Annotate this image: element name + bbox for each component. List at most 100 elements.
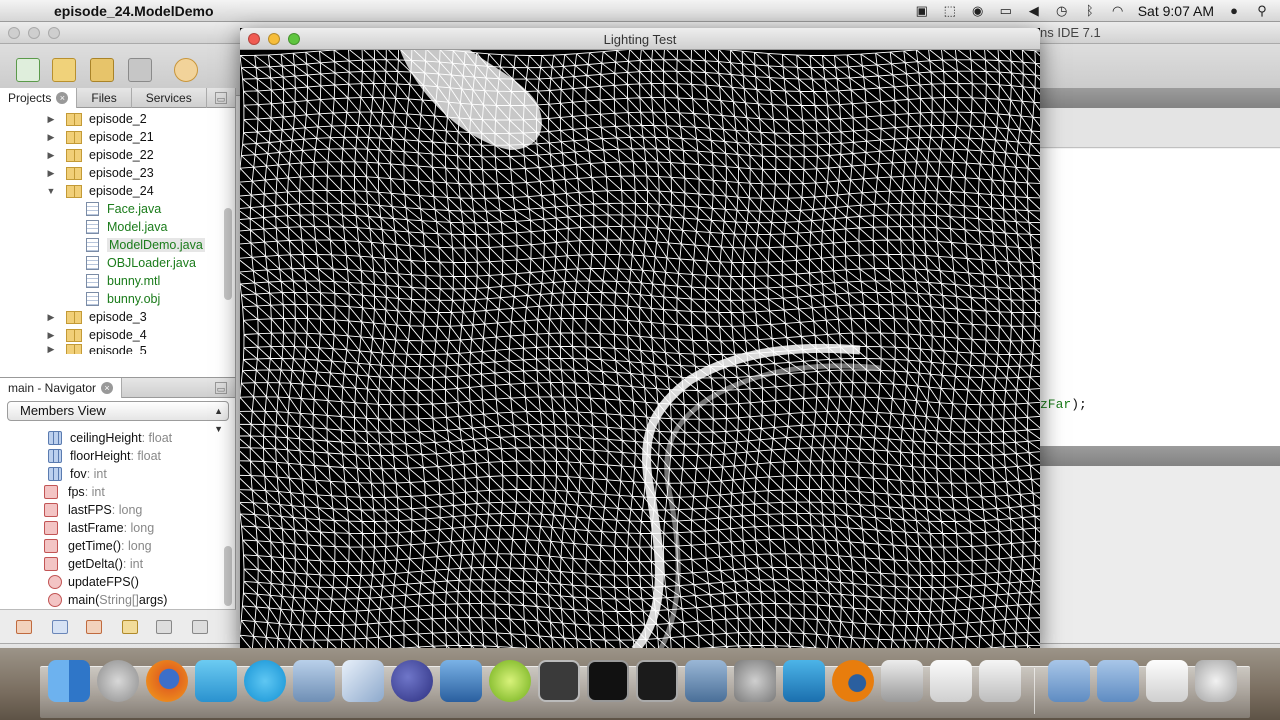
new-file-icon[interactable] bbox=[16, 58, 40, 82]
tree-item-episode-21[interactable]: ▶ episode_21 bbox=[46, 128, 154, 146]
time-machine-icon[interactable]: ◷ bbox=[1054, 4, 1070, 18]
member-lastframe[interactable]: lastFrame : long bbox=[44, 519, 154, 537]
tab-services[interactable]: Services bbox=[132, 87, 207, 108]
globe-icon[interactable]: ◉ bbox=[970, 4, 986, 18]
expand-arrow-icon[interactable]: ▶ bbox=[46, 132, 56, 143]
filter-fields-icon[interactable] bbox=[16, 620, 32, 634]
member-fps[interactable]: fps : int bbox=[44, 483, 105, 501]
downloads-stack-icon[interactable] bbox=[1146, 660, 1188, 702]
java-file-icon bbox=[86, 238, 99, 252]
minimize-panel-icon[interactable]: ▭ bbox=[215, 382, 227, 394]
app-title[interactable]: episode_24.ModelDemo bbox=[54, 3, 214, 19]
wifi-icon[interactable]: ◠ bbox=[1110, 4, 1126, 18]
firefox-icon[interactable] bbox=[146, 660, 188, 702]
tree-item-objloader-java[interactable]: OBJLoader.java bbox=[86, 254, 196, 272]
tree-item-modeldemo-java[interactable]: ModelDemo.java bbox=[86, 236, 205, 254]
textedit-icon[interactable] bbox=[930, 660, 972, 702]
sort-name-icon[interactable] bbox=[156, 620, 172, 634]
java-icon[interactable] bbox=[979, 660, 1021, 702]
projects-tabbar: Projects × Files Services ▭ bbox=[0, 87, 235, 108]
close-icon[interactable]: × bbox=[56, 91, 69, 104]
expand-arrow-icon[interactable]: ▶ bbox=[46, 114, 56, 125]
navigator-scrollbar[interactable] bbox=[224, 546, 232, 606]
tree-item-episode-24[interactable]: ▼ episode_24 bbox=[46, 182, 154, 200]
expand-arrow-icon[interactable]: ▶ bbox=[46, 150, 56, 161]
tree-item-episode-2[interactable]: ▶ episode_2 bbox=[46, 110, 147, 128]
skype-icon[interactable] bbox=[244, 660, 286, 702]
blank-app-icon[interactable] bbox=[538, 660, 580, 702]
system-preferences-icon[interactable] bbox=[734, 660, 776, 702]
member-floorheight[interactable]: floorHeight : float bbox=[48, 447, 161, 465]
tab-files[interactable]: Files bbox=[77, 87, 132, 108]
tree-item-bunny-obj[interactable]: bunny.obj bbox=[86, 290, 160, 308]
member-fov[interactable]: fov : int bbox=[48, 465, 107, 483]
video-icon[interactable] bbox=[685, 660, 727, 702]
tree-item-bunny-mtl[interactable]: bunny.mtl bbox=[86, 272, 160, 290]
preview-icon[interactable] bbox=[293, 660, 335, 702]
printer-icon[interactable] bbox=[881, 660, 923, 702]
twitter-icon[interactable] bbox=[195, 660, 237, 702]
finder-icon[interactable] bbox=[48, 660, 90, 702]
trash-icon[interactable] bbox=[1195, 660, 1237, 702]
xcode-icon[interactable] bbox=[440, 660, 482, 702]
member-updatefps[interactable]: updateFPS() bbox=[48, 573, 139, 591]
new-project-icon[interactable] bbox=[52, 58, 76, 82]
expand-arrow-icon[interactable]: ▶ bbox=[46, 344, 56, 354]
tree-item-episode-22[interactable]: ▶ episode_22 bbox=[46, 146, 154, 164]
close-icon[interactable]: × bbox=[101, 381, 114, 394]
member-lastfps[interactable]: lastFPS : long bbox=[44, 501, 142, 519]
tree-item-face-java[interactable]: Face.java bbox=[86, 200, 161, 218]
member-ceilingheight[interactable]: ceilingHeight : float bbox=[48, 429, 172, 447]
tree-item-episode-23[interactable]: ▶ episode_23 bbox=[46, 164, 154, 182]
save-all-icon[interactable] bbox=[128, 58, 152, 82]
members-view-select[interactable]: Members View ▲ ▼ bbox=[7, 401, 229, 434]
tab-projects[interactable]: Projects × bbox=[0, 87, 78, 108]
eclipse-icon[interactable] bbox=[391, 660, 433, 702]
member-name: ceilingHeight bbox=[70, 431, 142, 445]
applications-folder-icon[interactable] bbox=[1048, 660, 1090, 702]
documents-folder-icon[interactable] bbox=[1097, 660, 1139, 702]
bluetooth-icon[interactable]: ᛒ bbox=[1082, 4, 1098, 18]
tree-item-model-java[interactable]: Model.java bbox=[86, 218, 167, 236]
ide-close-button[interactable] bbox=[8, 27, 20, 39]
cube-icon[interactable] bbox=[342, 660, 384, 702]
lighting-test-titlebar[interactable]: Lighting Test bbox=[240, 28, 1040, 50]
filter-nonpublic-icon[interactable] bbox=[86, 620, 102, 634]
ide-minimize-button[interactable] bbox=[28, 27, 40, 39]
blocks-icon[interactable] bbox=[783, 660, 825, 702]
field-icon bbox=[48, 449, 62, 463]
camera-icon[interactable]: ▣ bbox=[914, 4, 930, 18]
expand-arrow-icon[interactable]: ▶ bbox=[46, 168, 56, 179]
wireframe-render-canvas[interactable] bbox=[240, 50, 1040, 650]
ide-zoom-button[interactable] bbox=[48, 27, 60, 39]
volume-icon[interactable]: ◀ bbox=[1026, 4, 1042, 18]
terminal-icon[interactable] bbox=[636, 660, 678, 702]
collapse-arrow-icon[interactable]: ▼ bbox=[46, 186, 56, 196]
sort-source-icon[interactable] bbox=[192, 620, 208, 634]
tree-item-episode-5[interactable]: ▶ episode_5 bbox=[46, 344, 147, 354]
blender-icon[interactable] bbox=[832, 660, 874, 702]
open-project-icon[interactable] bbox=[90, 58, 114, 82]
tab-navigator[interactable]: main - Navigator × bbox=[0, 377, 123, 398]
member-main[interactable]: main( String[] args) bbox=[48, 591, 167, 609]
expand-arrow-icon[interactable]: ▶ bbox=[46, 312, 56, 323]
tree-item-episode-4[interactable]: ▶ episode_4 bbox=[46, 326, 147, 344]
minimize-panel-icon[interactable]: ▭ bbox=[215, 92, 227, 104]
filter-static-icon[interactable] bbox=[52, 620, 68, 634]
launchpad-icon[interactable] bbox=[97, 660, 139, 702]
lime-icon[interactable] bbox=[489, 660, 531, 702]
spotlight-icon[interactable]: ⚲ bbox=[1254, 4, 1270, 18]
lock-icon[interactable] bbox=[122, 620, 138, 634]
user-icon[interactable]: ● bbox=[1226, 4, 1242, 18]
menubar-clock[interactable]: Sat 9:07 AM bbox=[1138, 3, 1214, 19]
member-gettime[interactable]: getTime() : long bbox=[44, 537, 152, 555]
tree-item-episode-3[interactable]: ▶ episode_3 bbox=[46, 308, 147, 326]
code-editor[interactable]: zFar); bbox=[1040, 149, 1280, 446]
activity-monitor-icon[interactable] bbox=[587, 660, 629, 702]
monitor-icon[interactable]: ▭ bbox=[998, 4, 1014, 18]
projects-scrollbar[interactable] bbox=[224, 208, 232, 300]
expand-arrow-icon[interactable]: ▶ bbox=[46, 330, 56, 341]
member-getdelta[interactable]: getDelta() : int bbox=[44, 555, 143, 573]
undo-icon[interactable] bbox=[174, 58, 198, 82]
display-icon[interactable]: ⬚ bbox=[942, 4, 958, 18]
